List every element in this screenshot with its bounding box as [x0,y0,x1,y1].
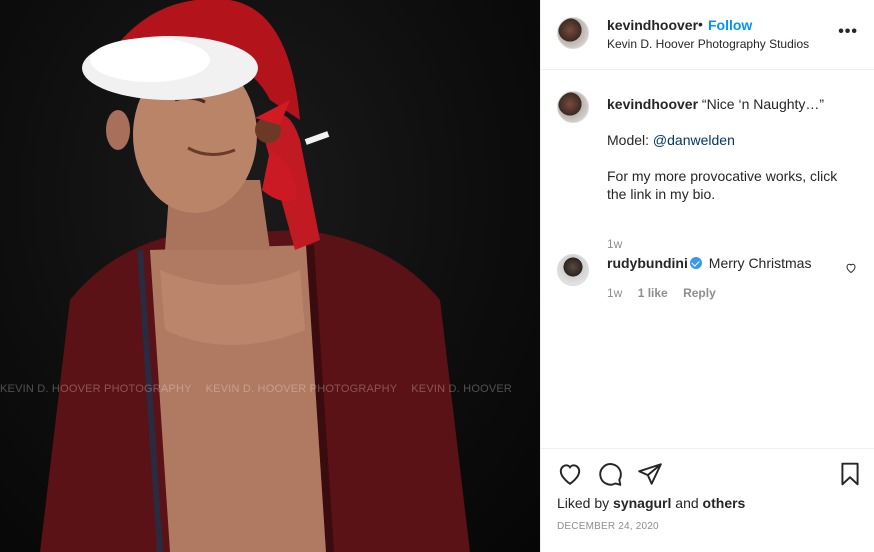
comment-timestamp[interactable]: 1w [607,286,622,300]
post-location[interactable]: Kevin D. Hoover Photography Studios [607,37,809,51]
reply-button[interactable]: Reply [683,286,716,300]
watermark-text-2: KEVIN D. HOOVER PHOTOGRAPHY [205,383,398,395]
caption-title: “Nice ‘n Naughty…” [701,96,825,112]
commenter-username[interactable]: rudybundini [607,255,688,271]
save-icon[interactable] [837,461,863,487]
comment-heart-icon[interactable] [845,262,857,274]
model-mention-link[interactable]: @danwelden [653,132,735,148]
comments-area[interactable]: kevindhoover “Nice ‘n Naughty…” Model: @… [541,71,874,448]
comment-meta: 1w 1 like Reply [607,286,728,300]
caption-text: kevindhoover “Nice ‘n Naughty…” Model: @… [607,95,857,221]
caption-avatar[interactable] [557,91,589,123]
watermark-text-1: KEVIN D. HOOVER PHOTOGRAPHY [0,383,192,395]
caption-model-prefix: Model: [607,132,653,148]
comment-body: Merry Christmas [708,255,812,271]
liked-by-others[interactable]: others [703,495,746,511]
photo-illustration [40,0,470,552]
commenter-avatar[interactable] [557,254,589,286]
liked-by-text: Liked by synagurl and others [557,495,745,511]
liked-by-user[interactable]: synagurl [613,495,671,511]
post-header: kevindhoover • Follow Kevin D. Hoover Ph… [541,0,874,70]
follow-button[interactable]: Follow [708,17,752,33]
post-side-panel: kevindhoover • Follow Kevin D. Hoover Ph… [540,0,874,552]
author-username[interactable]: kevindhoover [607,17,698,33]
header-separator: • [698,16,703,32]
photo-watermark: KEVIN D. HOOVER PHOTOGRAPHY KEVIN D. HOO… [0,383,540,395]
author-avatar[interactable] [557,17,589,49]
comment-likes[interactable]: 1 like [638,286,668,300]
share-icon[interactable] [637,461,663,487]
comment-text: rudybundini Merry Christmas [607,255,811,271]
watermark-text-3: KEVIN D. HOOVER [411,383,513,395]
post-date[interactable]: DECEMBER 24, 2020 [557,521,659,532]
comment-icon[interactable] [597,461,623,487]
verified-icon [689,257,702,269]
post-photo[interactable]: KEVIN D. HOOVER PHOTOGRAPHY KEVIN D. HOO… [0,0,540,552]
heart-icon[interactable] [557,461,583,487]
more-icon[interactable]: ••• [838,24,858,40]
caption-timestamp[interactable]: 1w [607,237,622,251]
liked-by-and: and [671,495,703,511]
liked-by-prefix: Liked by [557,495,614,511]
caption-body: For my more provocative works, click the… [607,168,838,202]
post-actions: Liked by synagurl and others DECEMBER 24… [541,448,874,552]
caption-username[interactable]: kevindhoover [607,96,698,112]
